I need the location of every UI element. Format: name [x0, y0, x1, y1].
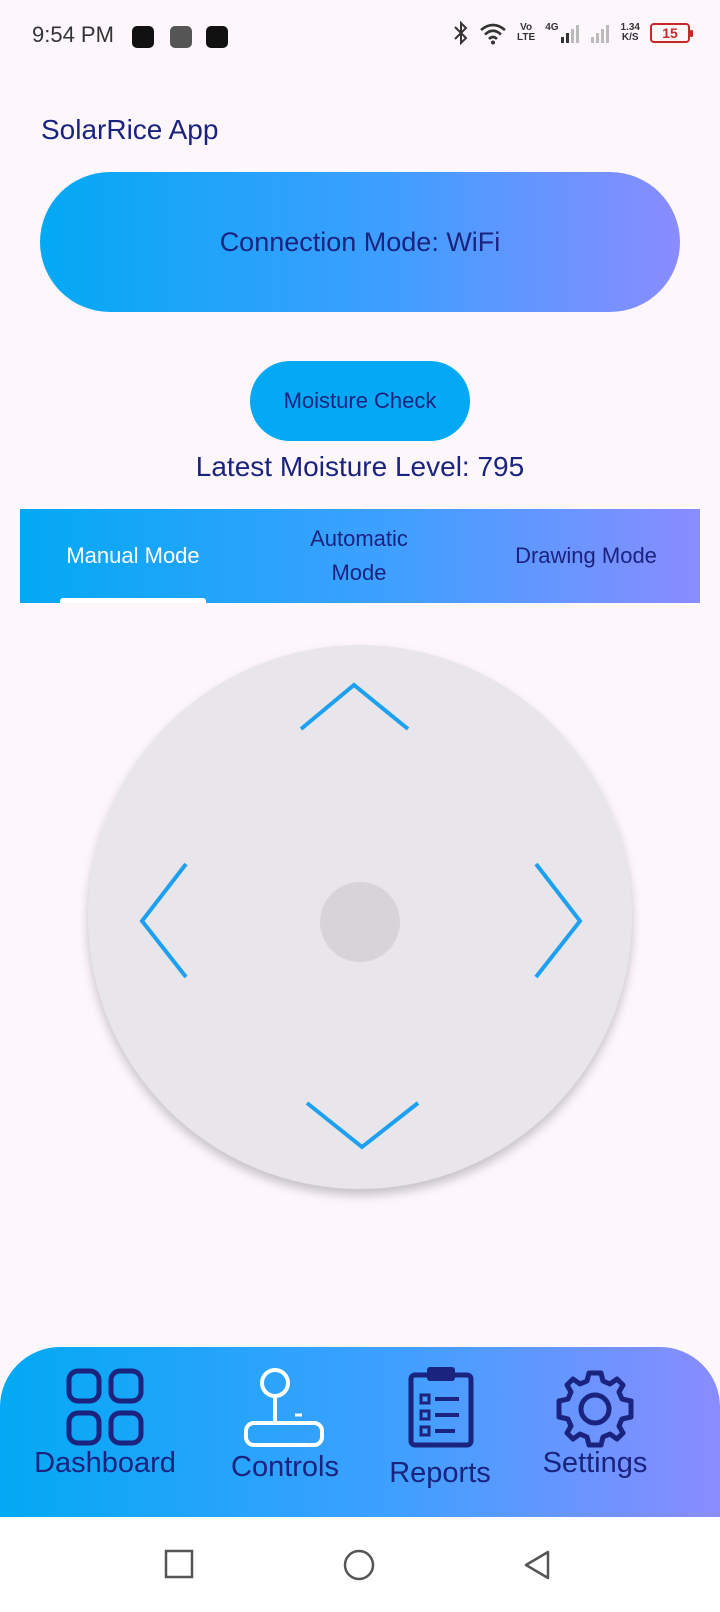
- status-icons: Vo LTE 4G 1.34 K/S 15: [453, 20, 693, 46]
- network-type: 4G: [545, 22, 559, 33]
- chevron-right-icon: [534, 862, 583, 979]
- nav-reports[interactable]: Reports: [375, 1347, 505, 1517]
- square-icon: [164, 1549, 194, 1579]
- chevron-left-icon: [139, 862, 188, 979]
- app-title: SolarRice App: [41, 114, 219, 145]
- move-right-button[interactable]: [528, 859, 588, 979]
- tab-manual-mode[interactable]: Manual Mode: [20, 509, 246, 603]
- gear-icon: [556, 1370, 634, 1448]
- tab-label: Drawing Mode: [515, 543, 657, 568]
- tab-indicator: [60, 598, 206, 603]
- moisture-level-text: Latest Moisture Level: 795: [195, 451, 525, 482]
- tab-automatic-mode[interactable]: Automatic Mode: [246, 509, 472, 603]
- status-bar: 9:54 PM Vo LTE 4G 1.34 K/S 15: [0, 0, 720, 72]
- connection-mode-label: Connection Mode: WiFi: [219, 226, 501, 257]
- nav-dashboard[interactable]: Dashboard: [20, 1347, 190, 1517]
- system-navigation-bar: [0, 1517, 720, 1612]
- battery-level: 15: [662, 25, 678, 41]
- bottom-navigation: Dashboard Controls Reports Settings: [0, 1347, 720, 1517]
- move-up-button[interactable]: [296, 677, 416, 737]
- recent-apps-button[interactable]: [164, 1549, 194, 1579]
- joystick-knob[interactable]: [320, 882, 400, 962]
- signal-icon: [590, 23, 611, 43]
- connection-mode-banner[interactable]: Connection Mode: WiFi: [40, 172, 680, 312]
- tab-label: Manual Mode: [66, 543, 200, 568]
- volte-indicator: Vo LTE: [517, 23, 535, 43]
- home-button[interactable]: [343, 1549, 375, 1581]
- grid-icon: [66, 1368, 144, 1446]
- back-button[interactable]: [522, 1549, 552, 1581]
- chevron-down-icon: [305, 1101, 420, 1150]
- volte-bottom: LTE: [517, 32, 536, 43]
- signal-icon: 4G: [545, 23, 580, 43]
- clipboard-icon: [408, 1367, 474, 1448]
- move-left-button[interactable]: [134, 859, 194, 979]
- tab-drawing-mode[interactable]: Drawing Mode: [472, 509, 700, 603]
- battery-icon: 15: [650, 23, 693, 43]
- nav-label: Reports: [389, 1457, 491, 1489]
- wifi-icon: [479, 21, 507, 45]
- notification-icon: [170, 26, 192, 48]
- move-down-button[interactable]: [302, 1095, 422, 1155]
- joystick-icon: [244, 1368, 324, 1447]
- network-speed: 1.34 K/S: [621, 23, 640, 43]
- bluetooth-icon: [453, 20, 469, 46]
- status-time: 9:54 PM: [32, 22, 114, 47]
- moisture-check-button[interactable]: Moisture Check: [250, 361, 470, 441]
- tab-label: Automatic Mode: [310, 526, 408, 585]
- nav-controls[interactable]: Controls: [205, 1347, 365, 1517]
- nav-label: Controls: [231, 1451, 339, 1483]
- triangle-back-icon: [524, 1550, 550, 1580]
- notification-icon: [206, 26, 228, 48]
- notification-icon: [132, 26, 154, 48]
- nav-settings[interactable]: Settings: [520, 1347, 670, 1517]
- mode-tabs: Manual Mode Automatic Mode Drawing Mode: [20, 509, 700, 603]
- direction-pad[interactable]: [88, 645, 632, 1189]
- nav-label: Settings: [542, 1447, 648, 1479]
- chevron-up-icon: [299, 682, 410, 731]
- speed-unit: K/S: [621, 32, 639, 43]
- nav-label: Dashboard: [34, 1447, 176, 1479]
- circle-icon: [343, 1549, 375, 1581]
